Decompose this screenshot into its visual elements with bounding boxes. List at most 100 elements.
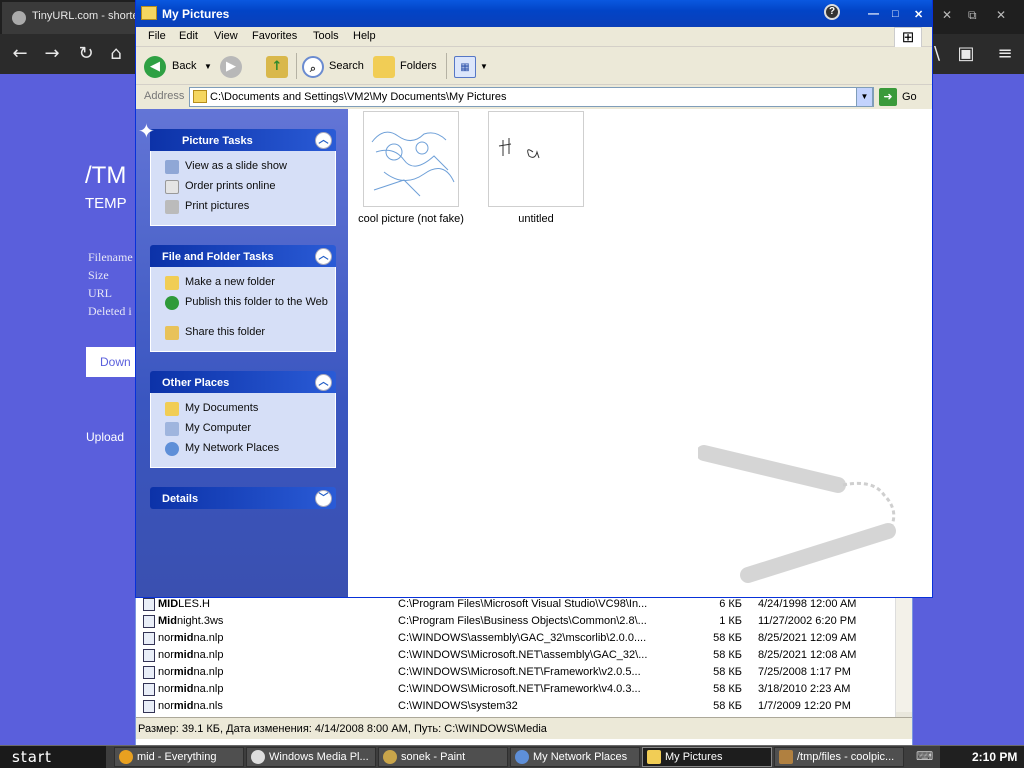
- picture-tasks-header[interactable]: Picture Tasks ︿: [150, 129, 336, 151]
- file-path: C:\WINDOWS\Microsoft.NET\assembly\GAC_32…: [398, 649, 648, 661]
- place-my-documents[interactable]: My Documents: [151, 399, 335, 419]
- task-publish-web[interactable]: Publish this folder to the Web: [151, 293, 335, 323]
- taskbar-label: /tmp/files - coolpic...: [797, 751, 895, 763]
- views-icon: ▦: [454, 56, 476, 78]
- file-icon: [143, 683, 155, 696]
- task-print-pictures[interactable]: Print pictures: [151, 197, 335, 217]
- title-bar[interactable]: My Pictures ? — □ ✕: [136, 0, 932, 27]
- search-icon: ⌕: [302, 56, 324, 78]
- views-button[interactable]: ▦ ▼: [454, 55, 488, 79]
- menu-view[interactable]: View: [214, 30, 238, 42]
- name-match: mid: [173, 649, 194, 661]
- place-my-computer[interactable]: My Computer: [151, 419, 335, 439]
- help-icon[interactable]: ?: [824, 4, 840, 20]
- my-computer-icon: [165, 422, 179, 436]
- folders-button[interactable]: Folders: [373, 55, 439, 79]
- address-input[interactable]: C:\Documents and Settings\VM2\My Documen…: [189, 87, 874, 107]
- window-title: My Pictures: [162, 7, 230, 21]
- maximize-button[interactable]: □: [892, 8, 899, 20]
- taskbar-button-network-places[interactable]: My Network Places: [510, 747, 640, 767]
- task-slide-show[interactable]: View as a slide show: [151, 157, 335, 177]
- task-share-folder[interactable]: Share this folder: [151, 323, 335, 343]
- download-button[interactable]: Down: [86, 347, 140, 377]
- collapse-icon[interactable]: ︿: [315, 248, 332, 265]
- taskbar-button-my-pictures[interactable]: My Pictures: [642, 747, 772, 767]
- taskbar-button-paint[interactable]: sonek - Paint: [378, 747, 508, 767]
- start-button[interactable]: start: [0, 746, 106, 768]
- browser-reload-icon[interactable]: ↻: [74, 42, 98, 66]
- task-pane: Picture Tasks ︿ View as a slide show Ord…: [136, 109, 348, 597]
- file-folder-tasks-body: Make a new folder Publish this folder to…: [150, 267, 336, 352]
- forward-button[interactable]: ▶: [220, 55, 244, 79]
- browser-menu-icon[interactable]: ≡: [993, 42, 1017, 66]
- file-name: MIDLES.H: [158, 598, 210, 610]
- taskbar-button-tmp-files[interactable]: /tmp/files - coolpic...: [774, 747, 904, 767]
- menu-favorites[interactable]: Favorites: [252, 30, 297, 42]
- file-size: 58 КБ: [713, 683, 742, 695]
- vertical-scrollbar[interactable]: ▼: [895, 596, 912, 728]
- site-title: /TM: [85, 162, 127, 189]
- back-button[interactable]: ◀ Back ▼: [144, 55, 216, 79]
- search-label: Search: [329, 60, 364, 72]
- clock[interactable]: 2:10 PM: [972, 750, 1017, 764]
- file-item[interactable]: cool picture (not fake): [356, 111, 466, 225]
- browser-back-icon[interactable]: ←: [8, 42, 32, 66]
- everything-search-icon: [119, 750, 133, 764]
- collapse-icon[interactable]: ︿: [315, 374, 332, 391]
- tray-expand-icon[interactable]: ⌨: [916, 749, 933, 763]
- minimize-button[interactable]: —: [868, 8, 879, 20]
- place-my-network-places[interactable]: My Network Places: [151, 439, 335, 459]
- table-row[interactable]: normidna.nlp C:\WINDOWS\Microsoft.NET\ass…: [136, 647, 896, 664]
- table-row[interactable]: Midnight.3ws C:\Program Files\Business Ob…: [136, 613, 896, 630]
- task-new-folder[interactable]: Make a new folder: [151, 273, 335, 293]
- file-item[interactable]: untitled: [481, 111, 591, 225]
- menu-edit[interactable]: Edit: [179, 30, 198, 42]
- browser-minimize-icon[interactable]: ✕: [996, 8, 1006, 22]
- table-row[interactable]: normidna.nlp C:\WINDOWS\Microsoft.NET\Fra…: [136, 664, 896, 681]
- file-view: cool picture (not fake) untitled: [348, 109, 932, 597]
- network-places-icon: [515, 750, 529, 764]
- close-button[interactable]: ✕: [914, 8, 923, 21]
- picture-tasks-panel: Picture Tasks ︿ View as a slide show Ord…: [150, 129, 336, 226]
- address-label: Address: [144, 90, 185, 102]
- folders-icon: [373, 56, 395, 78]
- browser-close-icon[interactable]: ✕: [942, 8, 952, 22]
- views-dropdown-icon[interactable]: ▼: [480, 62, 488, 71]
- other-places-header[interactable]: Other Places ︿: [150, 371, 336, 393]
- menu-file[interactable]: File: [148, 30, 166, 42]
- thumbnail: [363, 111, 459, 207]
- table-row[interactable]: normidna.nlp C:\WINDOWS\Microsoft.NET\Fra…: [136, 681, 896, 698]
- browser-forward-icon[interactable]: →: [40, 42, 64, 66]
- file-path: C:\WINDOWS\Microsoft.NET\Framework\v4.0.…: [398, 683, 641, 695]
- publish-web-icon: [165, 296, 179, 310]
- place-label: My Documents: [185, 402, 259, 414]
- search-results-window: MIDLES.H C:\Program Files\Microsoft Visua…: [135, 596, 913, 745]
- taskbar-label: Windows Media Pl...: [269, 751, 369, 763]
- browser-tab[interactable]: TinyURL.com - shorte: [2, 2, 136, 34]
- table-row[interactable]: MIDLES.H C:\Program Files\Microsoft Visua…: [136, 596, 896, 613]
- address-dropdown-icon[interactable]: ▼: [856, 87, 873, 107]
- go-button[interactable]: ➜ Go: [879, 87, 929, 107]
- browser-sidebar-icon[interactable]: ▣: [954, 42, 978, 66]
- taskbar-button-everything[interactable]: mid - Everything: [114, 747, 244, 767]
- menu-help[interactable]: Help: [353, 30, 376, 42]
- expand-icon[interactable]: ﹀: [315, 490, 332, 507]
- back-dropdown-icon[interactable]: ▼: [204, 62, 212, 71]
- system-tray: 2:10 PM: [940, 746, 1024, 768]
- toolbar: ◀ Back ▼ ▶ ↑ ⌕ Search Folders ▦ ▼: [136, 47, 932, 85]
- file-folder-tasks-header[interactable]: File and Folder Tasks ︿: [150, 245, 336, 267]
- task-order-prints[interactable]: Order prints online: [151, 177, 335, 197]
- sketch-thumbnail-icon: [371, 131, 455, 197]
- table-row[interactable]: normidna.nlp C:\WINDOWS\assembly\GAC_32\m…: [136, 630, 896, 647]
- browser-home-icon[interactable]: ⌂: [104, 42, 128, 66]
- details-header[interactable]: Details ﹀: [150, 487, 336, 509]
- name-prefix: nor: [158, 649, 174, 661]
- search-button[interactable]: ⌕ Search: [302, 55, 366, 79]
- table-row[interactable]: normidna.nls C:\WINDOWS\system32 58 КБ 1/7/…: [136, 698, 896, 715]
- up-button[interactable]: ↑: [266, 55, 290, 79]
- menu-tools[interactable]: Tools: [313, 30, 339, 42]
- browser-restore-icon[interactable]: ⧉: [968, 8, 977, 23]
- upload-link[interactable]: Upload: [86, 430, 124, 444]
- taskbar-button-media-player[interactable]: Windows Media Pl...: [246, 747, 376, 767]
- collapse-icon[interactable]: ︿: [315, 132, 332, 149]
